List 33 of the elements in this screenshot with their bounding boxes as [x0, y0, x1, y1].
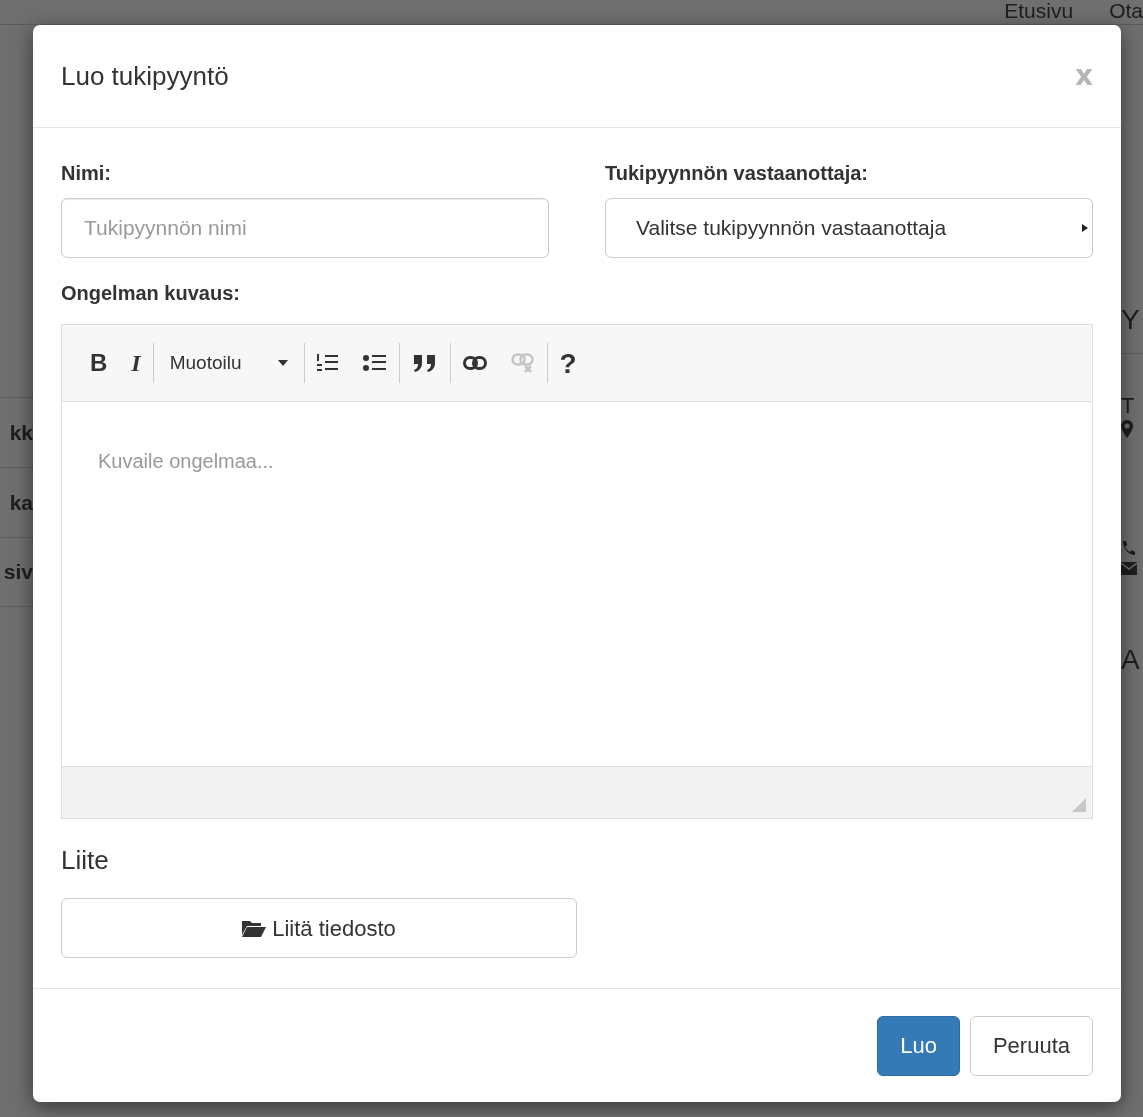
rich-text-editor[interactable]: B I Muotoilu ? Kuvaile ongelmaa... [61, 324, 1093, 819]
quote-icon [411, 353, 438, 373]
field-label: Nimi: [61, 161, 112, 186]
unlink-icon [510, 353, 535, 373]
background-text: T [1121, 394, 1136, 418]
background-text: siv [3, 559, 33, 586]
name-input[interactable]: Tukipyynnön nimi [61, 198, 549, 258]
help-button[interactable]: ? [547, 343, 589, 383]
italic-button[interactable]: I [119, 343, 153, 383]
background-text: kk [9, 419, 33, 446]
background-heading: A [1121, 643, 1141, 677]
attach-file-button[interactable]: Liitä tiedosto [61, 898, 577, 958]
caret-icon [277, 360, 288, 366]
dialog-title: Luo tukipyyntö [61, 59, 229, 93]
field-label: Ongelman kuvaus: [61, 281, 241, 306]
recipient-select[interactable]: Valitse tukipyynnön vastaanottaja [605, 198, 1093, 258]
attachment-heading: Liite [61, 844, 110, 877]
envelope-icon [1121, 562, 1137, 575]
bullet-list-icon [362, 353, 387, 373]
background-heading: Y [1121, 303, 1141, 337]
bold-button[interactable]: B [78, 343, 120, 383]
caret-icon [1082, 224, 1088, 232]
field-label: Tukipyynnön vastaanottaja: [605, 161, 869, 186]
format-dropdown[interactable]: Muotoilu [153, 343, 304, 383]
resize-handle-icon[interactable] [1072, 798, 1086, 812]
cancel-button[interactable]: Peruuta [969, 1015, 1093, 1076]
background-text: ka [9, 489, 33, 516]
phone-icon [1121, 540, 1135, 556]
map-pin-icon [1121, 420, 1133, 438]
folder-icon [242, 919, 267, 937]
link-icon [462, 356, 487, 370]
create-button[interactable]: Luo [877, 1015, 960, 1076]
numbered-list-icon [316, 353, 339, 373]
